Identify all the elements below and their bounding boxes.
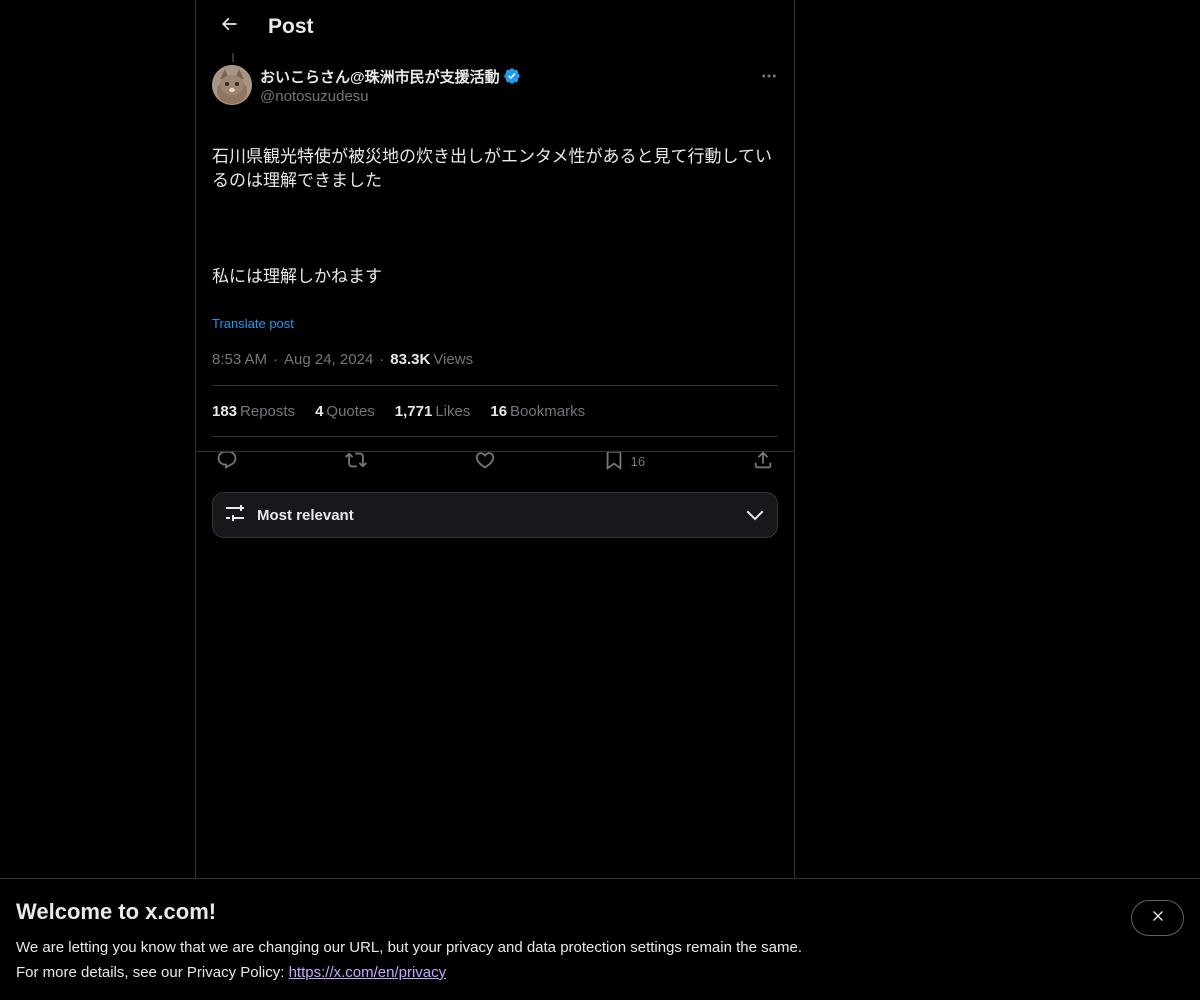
post-column: Post おいこらさん@珠洲市民が支援活動 @notosuzudesu 石川県観…: [195, 0, 795, 878]
action-bar: 16: [212, 437, 778, 485]
bookmark-button[interactable]: 16: [603, 449, 645, 474]
post-text: 石川県観光特使が被災地の炊き出しがエンタメ性があると見て行動しているのは理解でき…: [212, 121, 778, 313]
post-meta: 8:53 AM · Aug 24, 2024 · 83.3K Views: [212, 349, 778, 369]
back-button[interactable]: [212, 10, 246, 44]
post-date[interactable]: Aug 24, 2024: [284, 351, 373, 368]
bookmarks-count: 16: [490, 402, 508, 420]
header: Post: [196, 0, 794, 53]
likes-count: 1,771: [394, 402, 433, 420]
author-handle[interactable]: @notosuzudesu: [260, 87, 521, 107]
sliders-icon: [223, 501, 247, 530]
views-count: 83.3K: [390, 350, 431, 368]
banner-line-2-prefix: For more details, see our Privacy Policy…: [16, 964, 289, 981]
author-row: おいこらさん@珠洲市民が支援活動 @notosuzudesu: [212, 53, 778, 117]
translate-post-link[interactable]: Translate post: [212, 316, 294, 331]
bookmarks-label: Bookmarks: [510, 402, 586, 420]
separator-dot: ·: [379, 350, 385, 368]
like-button[interactable]: [474, 449, 496, 474]
url-change-banner: Welcome to x.com! We are letting you kno…: [0, 878, 1200, 1000]
close-banner-button[interactable]: [1131, 900, 1184, 936]
display-name[interactable]: おいこらさん@珠洲市民が支援活動: [260, 66, 500, 87]
banner-line-2: For more details, see our Privacy Policy…: [16, 960, 1184, 985]
share-icon: [752, 449, 774, 474]
more-horizontal-icon: [760, 67, 778, 90]
bookmark-icon: [603, 449, 625, 474]
post-stats: 183 Reposts 4 Quotes 1,771 Likes 16 Bookmark…: [212, 385, 778, 437]
post: おいこらさん@珠洲市民が支援活動 @notosuzudesu 石川県観光特使が被…: [196, 53, 794, 538]
post-text-paragraph-2: 私には理解しかねます: [212, 267, 382, 287]
arrow-left-icon: [219, 14, 239, 39]
sort-selected-value: Most relevant: [257, 506, 354, 524]
reposts-label: Reposts: [240, 402, 296, 420]
bookmark-count: 16: [630, 453, 646, 469]
repost-icon: [344, 449, 367, 474]
bookmarks-stat[interactable]: 16 Bookmarks: [490, 403, 585, 420]
quotes-stat[interactable]: 4 Quotes: [315, 403, 375, 420]
page-title: Post: [268, 14, 314, 38]
likes-label: Likes: [435, 402, 471, 420]
repost-button[interactable]: [344, 449, 367, 474]
likes-stat[interactable]: 1,771 Likes: [395, 403, 471, 420]
banner-body: We are letting you know that we are chan…: [16, 935, 1184, 985]
chevron-down-icon: [743, 503, 767, 527]
banner-title: Welcome to x.com!: [16, 899, 217, 924]
reply-button[interactable]: [216, 449, 238, 474]
quotes-count: 4: [315, 402, 324, 420]
privacy-policy-link[interactable]: https://x.com/en/privacy: [289, 964, 447, 981]
reply-icon: [216, 449, 238, 474]
post-time[interactable]: 8:53 AM: [212, 351, 267, 368]
post-text-paragraph-1: 石川県観光特使が被災地の炊き出しがエンタメ性があると見て行動しているのは理解でき…: [212, 147, 772, 191]
separator-dot: ·: [273, 350, 279, 368]
avatar[interactable]: [212, 65, 252, 105]
quotes-label: Quotes: [326, 402, 375, 420]
reposts-count: 183: [212, 402, 238, 420]
reposts-stat[interactable]: 183 Reposts: [212, 403, 295, 420]
views-label: Views: [433, 350, 474, 368]
sort-replies-dropdown[interactable]: Most relevant: [212, 492, 778, 538]
heart-icon: [474, 449, 496, 474]
banner-line-1: We are letting you know that we are chan…: [16, 939, 802, 956]
close-icon: [1150, 908, 1166, 929]
display-name-row: おいこらさん@珠洲市民が支援活動: [260, 65, 521, 87]
more-options-button[interactable]: [756, 65, 782, 91]
verified-badge-icon[interactable]: [503, 67, 521, 85]
post-divider: [196, 451, 794, 452]
share-button[interactable]: [752, 449, 774, 474]
author-info: おいこらさん@珠洲市民が支援活動 @notosuzudesu: [260, 65, 521, 107]
